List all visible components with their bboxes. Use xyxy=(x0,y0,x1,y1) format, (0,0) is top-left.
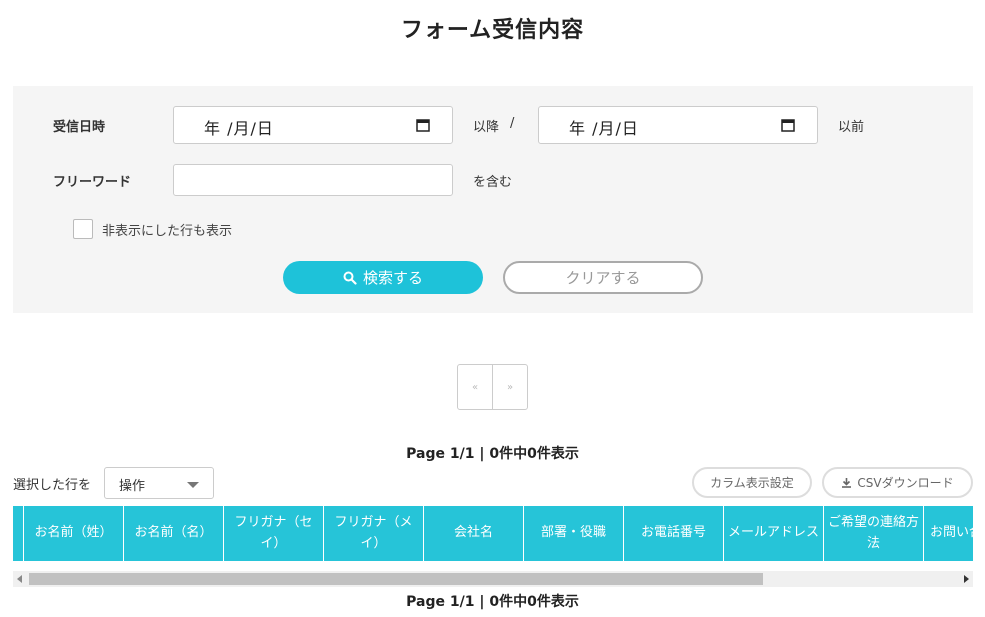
next-page-button[interactable]: » xyxy=(493,365,527,409)
column-settings-button[interactable]: カラム表示設定 xyxy=(692,467,812,498)
clear-button[interactable]: クリアする xyxy=(503,261,703,294)
pagination: « » xyxy=(457,364,528,410)
freeword-input[interactable] xyxy=(173,164,453,196)
search-button-label: 検索する xyxy=(362,269,423,287)
page-info-bottom: Page 1/1 | 0件中0件表示 xyxy=(406,594,579,610)
prev-page-button[interactable]: « xyxy=(458,365,493,409)
date-from-value: 年 /月/日 xyxy=(204,119,274,138)
column-header[interactable]: 部署・役職 xyxy=(524,506,624,561)
range-separator: / xyxy=(510,116,515,131)
bulk-action-select[interactable]: 操作 xyxy=(104,467,214,499)
download-icon xyxy=(842,478,852,488)
column-header[interactable]: お電話番号 xyxy=(624,506,724,561)
freeword-label: フリーワード xyxy=(53,175,132,190)
contains-text: を含む xyxy=(473,175,513,190)
page-info-top: Page 1/1 | 0件中0件表示 xyxy=(406,446,579,462)
date-to-input[interactable]: 年 /月/日 xyxy=(538,106,818,144)
clear-button-label: クリアする xyxy=(565,269,641,287)
scrollbar-thumb[interactable] xyxy=(29,573,763,585)
column-header[interactable]: 会社名 xyxy=(424,506,524,561)
before-text: 以前 xyxy=(838,120,865,135)
scroll-left-arrow[interactable] xyxy=(17,575,22,583)
page-title: フォーム受信内容 xyxy=(400,18,585,43)
select-column-header[interactable] xyxy=(13,506,24,561)
column-header[interactable]: お問い合 xyxy=(924,506,973,561)
csv-download-button[interactable]: CSVダウンロード xyxy=(822,467,973,498)
date-from-input[interactable]: 年 /月/日 xyxy=(173,106,453,144)
bulk-action-value: 操作 xyxy=(119,479,146,494)
table-header: お名前（姓） お名前（名） フリガナ（セイ） フリガナ（メイ） 会社名 部署・役… xyxy=(13,506,973,561)
search-panel: 受信日時 年 /月/日 以降 / 年 /月/日 以前 フリーワード を含む 非表… xyxy=(13,86,973,313)
column-header[interactable]: メールアドレス xyxy=(724,506,824,561)
chevron-down-icon xyxy=(187,482,199,488)
csv-download-label: CSVダウンロード xyxy=(857,476,954,490)
column-header[interactable]: お名前（姓） xyxy=(24,506,124,561)
column-header[interactable]: フリガナ（セイ） xyxy=(224,506,324,561)
column-header[interactable]: フリガナ（メイ） xyxy=(324,506,424,561)
show-hidden-label[interactable]: 非表示にした行も表示 xyxy=(102,220,232,239)
scroll-right-arrow[interactable] xyxy=(964,575,969,583)
column-header[interactable]: お名前（名） xyxy=(124,506,224,561)
column-header[interactable]: ご希望の連絡方法 xyxy=(824,506,924,561)
show-hidden-checkbox[interactable] xyxy=(73,219,93,239)
calendar-icon[interactable] xyxy=(416,118,430,132)
search-button[interactable]: 検索する xyxy=(283,261,483,294)
search-icon xyxy=(343,271,357,285)
horizontal-scrollbar[interactable] xyxy=(13,571,973,587)
bulk-action-label: 選択した行を xyxy=(13,478,92,493)
date-label: 受信日時 xyxy=(53,120,106,135)
date-to-value: 年 /月/日 xyxy=(569,119,639,138)
after-text: 以降 xyxy=(473,120,500,135)
column-settings-label: カラム表示設定 xyxy=(710,476,794,490)
calendar-icon[interactable] xyxy=(781,118,795,132)
